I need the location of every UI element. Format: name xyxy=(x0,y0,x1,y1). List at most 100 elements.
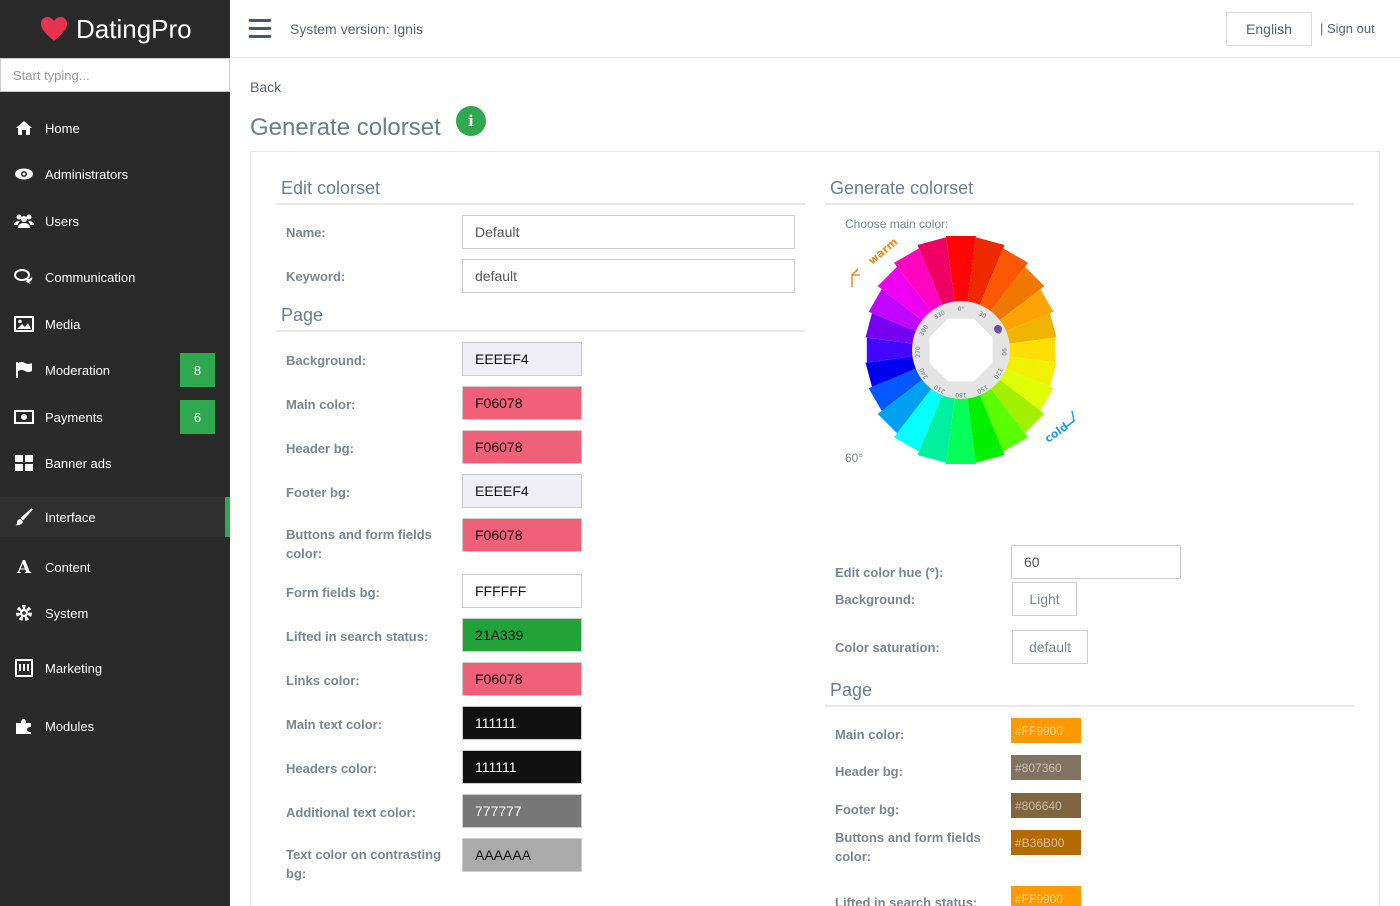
gear-icon xyxy=(14,604,34,622)
sidebar-item-banner-ads[interactable]: Banner ads xyxy=(0,443,230,483)
sidebar: DatingPro Home Administrators Users Comm… xyxy=(0,0,230,906)
logo[interactable]: DatingPro xyxy=(0,0,230,58)
menu-icon[interactable] xyxy=(249,19,271,39)
moderation-badge: 8 xyxy=(180,353,215,387)
sidebar-item-label: Home xyxy=(45,120,80,136)
brush-icon xyxy=(14,508,34,526)
color-label: Buttons and form fields color: xyxy=(286,527,432,561)
color-label: Header bg: xyxy=(286,441,354,456)
color-swatch-input[interactable]: 21A339 xyxy=(462,618,582,652)
sidebar-item-modules[interactable]: Modules xyxy=(0,706,230,746)
color-swatch-input[interactable]: F06078 xyxy=(462,662,582,696)
sidebar-item-label: Modules xyxy=(45,718,95,734)
generated-color-label: Lifted in search status: xyxy=(835,895,978,906)
system-version: System version: Ignis xyxy=(290,21,424,37)
saturation-select[interactable]: default xyxy=(1012,630,1088,664)
color-label: Additional text color: xyxy=(286,805,416,820)
home-icon xyxy=(14,119,34,137)
color-label: Main color: xyxy=(286,397,356,412)
sidebar-item-media[interactable]: Media xyxy=(0,304,230,344)
image-icon xyxy=(14,315,34,333)
payments-badge: 6 xyxy=(180,400,215,434)
generate-page-title: Page xyxy=(830,680,873,700)
name-label: Name: xyxy=(286,225,326,240)
back-link[interactable]: Back xyxy=(250,79,281,95)
search-input[interactable] xyxy=(13,67,213,83)
generated-color-swatch: #806640 xyxy=(1011,793,1081,818)
color-label: Lifted in search status: xyxy=(286,629,429,644)
wheel-degree-tick: 180 xyxy=(955,391,967,398)
wheel-degree-tick: 90 xyxy=(1000,348,1007,356)
generate-colorset-title: Generate colorset xyxy=(830,178,974,198)
cold-label: cold xyxy=(1042,420,1071,445)
color-label: Links color: xyxy=(286,673,360,688)
generated-color-swatch: #807360 xyxy=(1011,755,1081,780)
sidebar-item-label: Communication xyxy=(45,269,136,285)
color-swatch-input[interactable]: AAAAAA xyxy=(462,838,582,872)
background-select[interactable]: Light xyxy=(1012,582,1077,616)
wheel-degree-tick: 0° xyxy=(958,306,965,313)
sidebar-item-communication[interactable]: Communication xyxy=(0,257,230,297)
generated-color-label: Buttons and form fields color: xyxy=(835,830,981,864)
active-indicator xyxy=(225,497,230,537)
generated-color-swatch: #FF9900 xyxy=(1011,886,1081,906)
generated-color-label: Main color: xyxy=(835,727,905,742)
flag-icon xyxy=(14,361,34,379)
warm-arrow-icon xyxy=(851,274,860,287)
color-swatch-input[interactable]: EEEEF4 xyxy=(462,342,582,376)
keyword-input[interactable] xyxy=(462,259,795,293)
puzzle-icon xyxy=(14,717,34,735)
sidebar-item-label: Content xyxy=(45,559,91,575)
color-swatch-input[interactable]: 111111 xyxy=(462,706,582,740)
heart-icon xyxy=(41,17,67,41)
name-input[interactable] xyxy=(462,215,795,249)
sidebar-item-marketing[interactable]: Marketing xyxy=(0,648,230,688)
sidebar-item-label: Users xyxy=(45,213,79,229)
sidebar-item-home[interactable]: Home xyxy=(0,108,230,148)
comments-icon xyxy=(14,268,34,286)
divider xyxy=(825,705,1354,707)
sign-out-link[interactable]: | Sign out xyxy=(1320,21,1375,36)
hue-readout: 60° xyxy=(845,451,864,465)
color-swatch-input[interactable]: F06078 xyxy=(462,386,582,420)
font-icon: A xyxy=(17,556,31,578)
color-swatch-input[interactable]: FFFFFF xyxy=(462,574,582,608)
color-label: Text color on contrasting bg: xyxy=(286,847,442,881)
money-icon xyxy=(14,408,34,426)
sidebar-search xyxy=(0,58,230,92)
sidebar-item-label: Interface xyxy=(45,509,96,525)
sidebar-item-label: System xyxy=(45,605,89,621)
sidebar-item-label: Payments xyxy=(45,409,103,425)
sidebar-item-interface[interactable]: Interface xyxy=(0,497,230,537)
edit-colorset-title: Edit colorset xyxy=(281,178,381,198)
grid-icon xyxy=(14,454,34,472)
info-icon[interactable]: i xyxy=(456,106,486,136)
sidebar-item-content[interactable]: A Content xyxy=(0,547,230,587)
color-swatch-input[interactable]: 111111 xyxy=(462,750,582,784)
color-label: Background: xyxy=(286,353,367,368)
color-swatch-input[interactable]: 777777 xyxy=(462,794,582,828)
divider xyxy=(276,330,805,332)
color-wheel[interactable]: 0°306090120150180210240270300330 warm co… xyxy=(830,225,1100,475)
generated-color-label: Header bg: xyxy=(835,764,903,779)
color-swatch-input[interactable]: F06078 xyxy=(462,518,582,552)
cold-arrow-icon xyxy=(1065,410,1075,428)
sidebar-item-label: Media xyxy=(45,316,81,332)
color-label: Main text color: xyxy=(286,717,383,732)
sidebar-item-moderation[interactable]: Moderation 8 xyxy=(0,350,230,390)
hue-handle[interactable] xyxy=(994,325,1002,333)
hue-input[interactable] xyxy=(1011,545,1181,579)
color-swatch-input[interactable]: F06078 xyxy=(462,430,582,464)
color-label: Form fields bg: xyxy=(286,585,380,600)
color-swatch-input[interactable]: EEEEF4 xyxy=(462,474,582,508)
sidebar-item-users[interactable]: Users xyxy=(0,201,230,241)
sidebar-item-administrators[interactable]: Administrators xyxy=(0,154,230,194)
generated-color-swatch: #FF9900 xyxy=(1011,718,1081,743)
eye-icon xyxy=(14,165,34,183)
wheel-center xyxy=(929,318,993,382)
sidebar-item-payments[interactable]: Payments 6 xyxy=(0,397,230,437)
marketing-icon xyxy=(14,659,34,677)
wheel-degree-tick: 270 xyxy=(915,346,922,358)
sidebar-item-system[interactable]: System xyxy=(0,593,230,633)
language-button[interactable]: English xyxy=(1226,12,1312,46)
